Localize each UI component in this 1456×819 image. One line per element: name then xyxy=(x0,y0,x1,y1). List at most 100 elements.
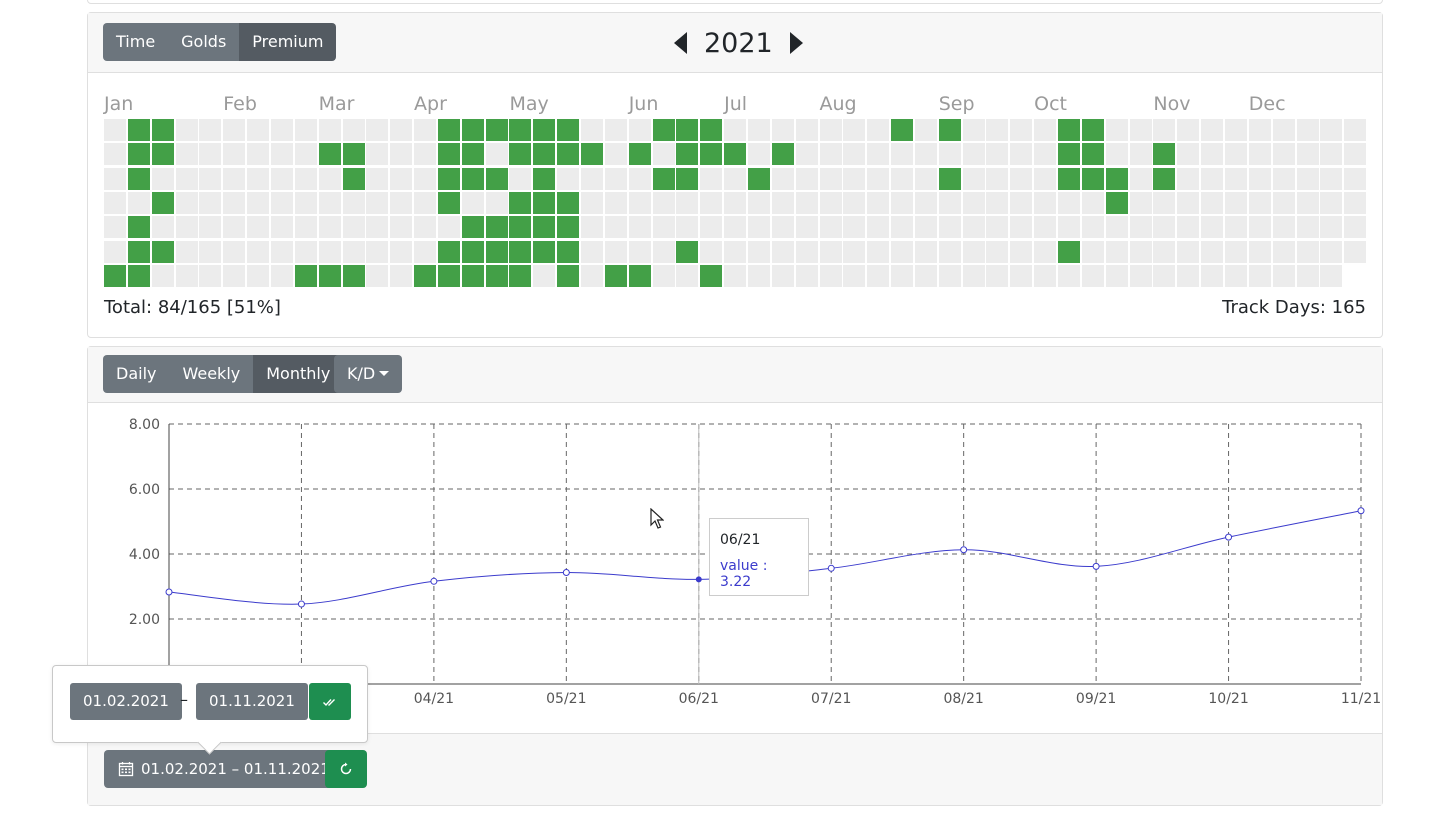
heatmap-cell[interactable] xyxy=(1320,143,1343,166)
tab-time[interactable]: Time xyxy=(103,23,169,61)
heatmap-cell[interactable] xyxy=(223,240,246,263)
heatmap-cell[interactable] xyxy=(1296,264,1319,287)
heatmap-cell[interactable] xyxy=(127,191,150,214)
heatmap-cell[interactable] xyxy=(1129,143,1152,166)
heatmap-cell[interactable] xyxy=(914,216,937,239)
heatmap-cell[interactable] xyxy=(604,191,627,214)
heatmap-cell[interactable] xyxy=(628,240,651,263)
heatmap-cell[interactable] xyxy=(1105,216,1128,239)
heatmap-cell[interactable] xyxy=(962,119,985,141)
heatmap-cell[interactable] xyxy=(676,240,699,263)
heatmap-cell[interactable] xyxy=(1248,143,1271,166)
heatmap-cell[interactable] xyxy=(175,216,198,239)
heatmap-cell[interactable] xyxy=(414,143,437,166)
heatmap-cell[interactable] xyxy=(485,119,508,141)
heatmap-cell[interactable] xyxy=(962,240,985,263)
heatmap-cell[interactable] xyxy=(1248,216,1271,239)
heatmap-cell[interactable] xyxy=(390,167,413,190)
heatmap-cell[interactable] xyxy=(1153,143,1176,166)
end-date-button[interactable]: 01.11.2021 xyxy=(196,683,308,720)
heatmap-cell[interactable] xyxy=(914,264,937,287)
heatmap-cell[interactable] xyxy=(1248,264,1271,287)
heatmap-cell[interactable] xyxy=(1058,216,1080,239)
heatmap-cell[interactable] xyxy=(771,167,794,190)
heatmap-cell[interactable] xyxy=(461,216,484,239)
heatmap-cell[interactable] xyxy=(1034,167,1057,190)
heatmap-cell[interactable] xyxy=(485,240,508,263)
heatmap-cell[interactable] xyxy=(1296,119,1319,141)
heatmap-cell[interactable] xyxy=(557,143,580,166)
heatmap-cell[interactable] xyxy=(747,191,770,214)
heatmap-cell[interactable] xyxy=(247,264,270,287)
heatmap-cell[interactable] xyxy=(1224,264,1247,287)
heatmap-cell[interactable] xyxy=(962,264,985,287)
heatmap-cell[interactable] xyxy=(1081,191,1104,214)
heatmap-cell[interactable] xyxy=(247,216,270,239)
heatmap-cell[interactable] xyxy=(1153,216,1176,239)
heatmap-cell[interactable] xyxy=(1201,216,1224,239)
heatmap-cell[interactable] xyxy=(914,191,937,214)
heatmap-cell[interactable] xyxy=(891,264,914,287)
heatmap-cell[interactable] xyxy=(1201,119,1224,141)
start-date-button[interactable]: 01.02.2021 xyxy=(70,683,182,720)
heatmap-cell[interactable] xyxy=(342,264,365,287)
heatmap-cell[interactable] xyxy=(938,240,961,263)
heatmap-cell[interactable] xyxy=(604,167,627,190)
heatmap-cell[interactable] xyxy=(867,264,890,287)
heatmap-cell[interactable] xyxy=(1034,119,1057,141)
heatmap-cell[interactable] xyxy=(366,240,389,263)
heatmap-cell[interactable] xyxy=(390,191,413,214)
heatmap-cell[interactable] xyxy=(1177,167,1200,190)
tab-premium[interactable]: Premium xyxy=(239,23,337,61)
heatmap-cell[interactable] xyxy=(199,240,222,263)
heatmap-cell[interactable] xyxy=(914,240,937,263)
heatmap-cell[interactable] xyxy=(986,119,1009,141)
heatmap-cell[interactable] xyxy=(1129,240,1152,263)
heatmap-cell[interactable] xyxy=(270,143,293,166)
heatmap-cell[interactable] xyxy=(771,216,794,239)
heatmap-cell[interactable] xyxy=(557,119,580,141)
heatmap-cell[interactable] xyxy=(867,167,890,190)
heatmap-cell[interactable] xyxy=(1153,264,1176,287)
heatmap-cell[interactable] xyxy=(1010,167,1033,190)
heatmap-cell[interactable] xyxy=(1081,216,1104,239)
heatmap-cell[interactable] xyxy=(938,167,961,190)
heatmap-cell[interactable] xyxy=(342,143,365,166)
heatmap-cell[interactable] xyxy=(1224,216,1247,239)
heatmap-cell[interactable] xyxy=(581,191,603,214)
heatmap-cell[interactable] xyxy=(1201,143,1224,166)
heatmap-cell[interactable] xyxy=(652,240,675,263)
heatmap-cell[interactable] xyxy=(247,167,270,190)
heatmap-cell[interactable] xyxy=(795,264,818,287)
heatmap-cell[interactable] xyxy=(437,143,460,166)
heatmap-cell[interactable] xyxy=(1153,119,1176,141)
heatmap-cell[interactable] xyxy=(557,264,580,287)
reset-range-button[interactable] xyxy=(325,750,367,788)
heatmap-cell[interactable] xyxy=(127,264,150,287)
heatmap-cell[interactable] xyxy=(509,264,532,287)
heatmap-cell[interactable] xyxy=(1320,119,1343,141)
heatmap-cell[interactable] xyxy=(771,143,794,166)
heatmap-cell[interactable] xyxy=(127,240,150,263)
heatmap-cell[interactable] xyxy=(175,119,198,141)
heatmap-cell[interactable] xyxy=(461,191,484,214)
heatmap-cell[interactable] xyxy=(962,191,985,214)
heatmap-cell[interactable] xyxy=(581,167,603,190)
heatmap-cell[interactable] xyxy=(1224,143,1247,166)
heatmap-cell[interactable] xyxy=(867,143,890,166)
heatmap-cell[interactable] xyxy=(628,264,651,287)
heatmap-cell[interactable] xyxy=(843,191,866,214)
heatmap-cell[interactable] xyxy=(1272,240,1295,263)
heatmap-cell[interactable] xyxy=(223,167,246,190)
heatmap-cell[interactable] xyxy=(199,264,222,287)
heatmap-cell[interactable] xyxy=(843,264,866,287)
heatmap-cell[interactable] xyxy=(724,119,747,141)
heatmap-cell[interactable] xyxy=(557,240,580,263)
heatmap-cell[interactable] xyxy=(676,143,699,166)
heatmap-cell[interactable] xyxy=(247,143,270,166)
heatmap-cell[interactable] xyxy=(1177,143,1200,166)
heatmap-cell[interactable] xyxy=(819,167,842,190)
heatmap-cell[interactable] xyxy=(1296,143,1319,166)
heatmap-cell[interactable] xyxy=(437,167,460,190)
heatmap-cell[interactable] xyxy=(652,264,675,287)
